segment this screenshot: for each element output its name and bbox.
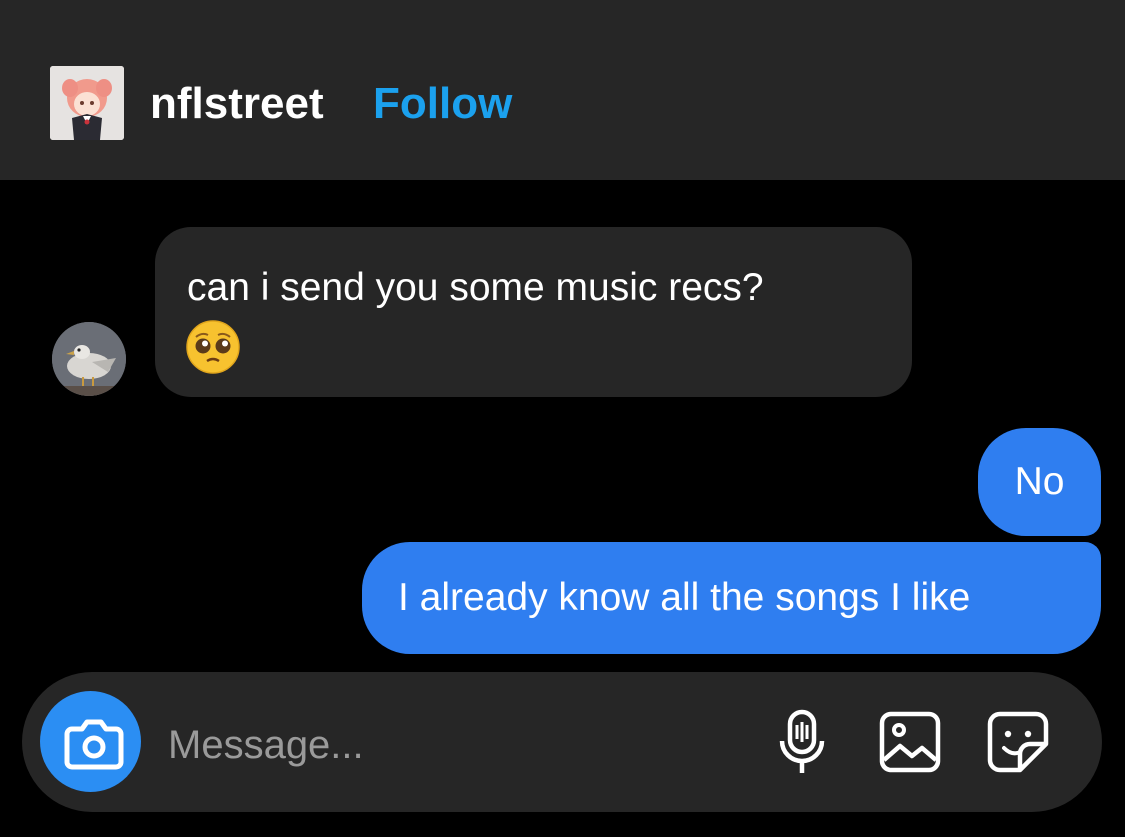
camera-icon bbox=[64, 719, 124, 770]
sticker-icon[interactable] bbox=[986, 710, 1050, 774]
sender-avatar[interactable] bbox=[52, 322, 126, 396]
outgoing-message-bubble[interactable]: I already know all the songs I like bbox=[362, 542, 1101, 654]
image-icon[interactable] bbox=[878, 710, 942, 774]
profile-avatar[interactable] bbox=[50, 66, 124, 140]
incoming-message-bubble[interactable]: can i send you some music recs? bbox=[155, 227, 912, 397]
microphone-icon[interactable] bbox=[774, 707, 830, 777]
username[interactable]: nflstreet bbox=[150, 76, 324, 132]
camera-button[interactable] bbox=[40, 691, 141, 792]
pleading-face-emoji bbox=[186, 320, 240, 374]
follow-button[interactable]: Follow bbox=[373, 76, 512, 132]
message-input[interactable] bbox=[168, 715, 748, 775]
message-text: can i send you some music recs? bbox=[187, 266, 764, 309]
outgoing-message-bubble[interactable]: No bbox=[978, 428, 1101, 536]
